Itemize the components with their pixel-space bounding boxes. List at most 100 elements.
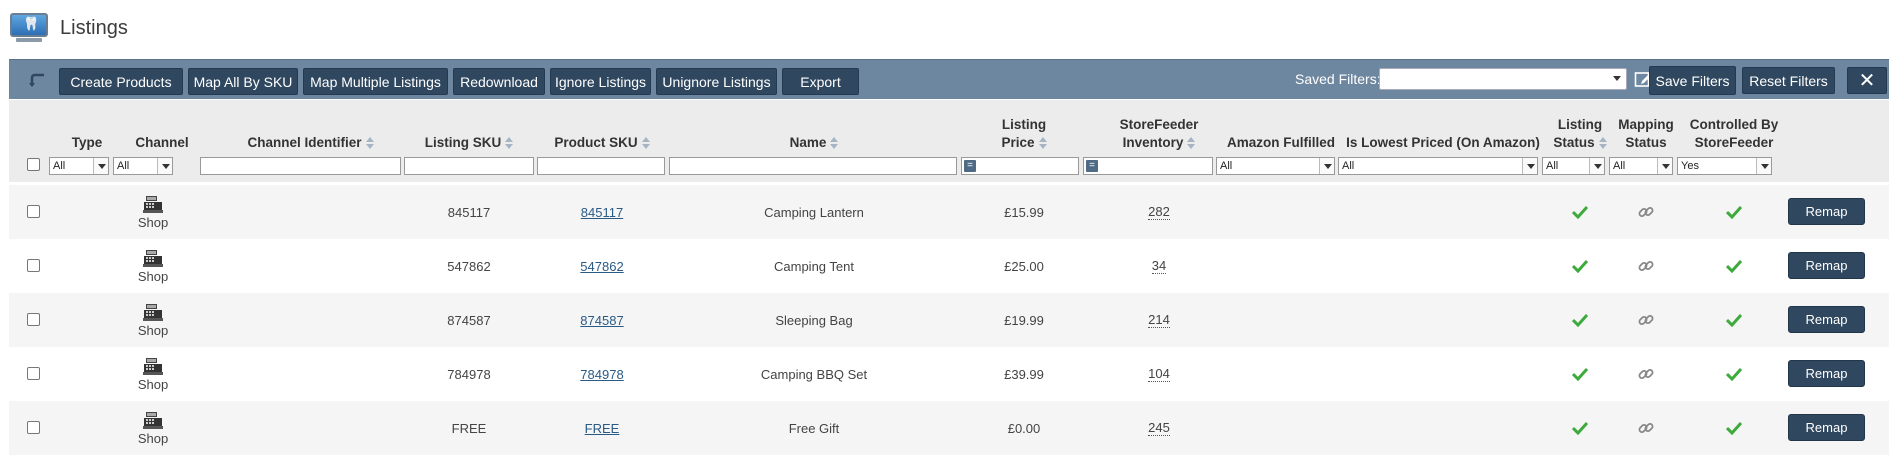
- product-sku-link[interactable]: 845117: [581, 205, 623, 220]
- amazon-fulfilled-filter-select[interactable]: All: [1216, 157, 1335, 175]
- chain-link-icon[interactable]: [1638, 420, 1654, 436]
- checkmark-icon: [1726, 367, 1742, 381]
- channel-cell: Shop: [113, 293, 193, 347]
- channel-cell: Shop: [113, 185, 193, 239]
- equals-operator-button[interactable]: =: [964, 160, 976, 172]
- product-sku-filter-input[interactable]: [537, 157, 665, 175]
- chain-link-icon[interactable]: [1638, 204, 1654, 220]
- channel-cell: Shop: [113, 347, 193, 401]
- chevron-down-icon: [1657, 158, 1672, 174]
- col-product-sku-header[interactable]: Product SKU: [537, 134, 667, 152]
- map-all-by-sku-button[interactable]: Map All By SKU: [188, 68, 298, 95]
- remap-button[interactable]: Remap: [1788, 252, 1865, 279]
- sort-icon: [829, 136, 839, 150]
- col-name-header[interactable]: Name: [669, 134, 959, 152]
- lowest-priced-filter-select[interactable]: All: [1338, 157, 1538, 175]
- sort-icon: [1186, 136, 1196, 150]
- cash-register-icon: [143, 304, 163, 321]
- product-sku-link[interactable]: 874587: [580, 313, 623, 328]
- listing-name: Camping Tent: [774, 258, 854, 274]
- back-arrow-icon[interactable]: [29, 72, 47, 90]
- inventory-value[interactable]: 245: [1148, 420, 1170, 436]
- type-filter-select[interactable]: All: [49, 157, 109, 175]
- checkmark-icon: [1572, 259, 1588, 273]
- row-checkbox[interactable]: [27, 259, 40, 272]
- equals-operator-button[interactable]: =: [1086, 160, 1098, 172]
- cash-register-icon: [143, 250, 163, 267]
- remap-button[interactable]: Remap: [1788, 198, 1865, 225]
- ignore-listings-button[interactable]: Ignore Listings: [550, 68, 651, 95]
- remap-button[interactable]: Remap: [1788, 306, 1865, 333]
- col-type-header[interactable]: Type: [62, 134, 112, 152]
- col-channel-identifier-header[interactable]: Channel Identifier: [208, 134, 413, 152]
- listing-price: £39.99: [1004, 366, 1044, 382]
- row-checkbox[interactable]: [27, 367, 40, 380]
- col-controlled-header[interactable]: Controlled By StoreFeeder: [1679, 116, 1789, 152]
- col-listing-status-header[interactable]: Listing Status: [1545, 116, 1615, 152]
- table-row: Shop 784978 784978 Camping BBQ Set £39.9…: [9, 347, 1889, 401]
- chevron-down-icon: [1319, 158, 1334, 174]
- saved-filters-select[interactable]: [1379, 68, 1627, 90]
- cash-register-icon: [143, 358, 163, 375]
- product-sku-link[interactable]: FREE: [585, 421, 620, 436]
- col-lowest-priced-header[interactable]: Is Lowest Priced (On Amazon): [1343, 134, 1543, 152]
- chevron-down-icon: [1756, 158, 1771, 174]
- product-sku-link[interactable]: 547862: [580, 259, 623, 274]
- price-filter-input[interactable]: =: [961, 157, 1079, 175]
- col-mapping-status-header[interactable]: Mapping Status: [1611, 116, 1681, 152]
- reset-filters-button[interactable]: Reset Filters: [1742, 67, 1835, 94]
- inventory-value[interactable]: 104: [1148, 366, 1170, 382]
- listing-status-filter-select[interactable]: All: [1542, 157, 1605, 175]
- listing-name: Sleeping Bag: [775, 312, 853, 328]
- inventory-value[interactable]: 282: [1148, 204, 1170, 220]
- checkmark-icon: [1726, 421, 1742, 435]
- channel-filter-select[interactable]: All: [113, 157, 173, 175]
- unignore-listings-button[interactable]: Unignore Listings: [656, 68, 777, 95]
- channel-identifier-filter-input[interactable]: [200, 157, 401, 175]
- mapping-status-filter-select[interactable]: All: [1609, 157, 1673, 175]
- sort-icon: [365, 136, 374, 150]
- listing-sku-filter-input[interactable]: [404, 157, 534, 175]
- export-button[interactable]: Export: [782, 68, 859, 95]
- page-title: Listings: [60, 16, 128, 39]
- chain-link-icon[interactable]: [1638, 312, 1654, 328]
- remap-button[interactable]: Remap: [1788, 360, 1865, 387]
- col-listing-price-header[interactable]: Listing Price: [969, 116, 1079, 152]
- sort-icon: [1598, 136, 1607, 150]
- channel-label: Shop: [137, 215, 169, 230]
- sort-icon: [504, 136, 514, 150]
- channel-cell: Shop: [113, 239, 193, 293]
- listing-price: £15.99: [1004, 204, 1044, 220]
- listing-name: Free Gift: [788, 420, 840, 436]
- controlled-filter-select[interactable]: Yes: [1677, 157, 1772, 175]
- cash-register-icon: [143, 412, 163, 429]
- chevron-down-icon: [157, 158, 172, 174]
- name-filter-input[interactable]: [669, 157, 957, 175]
- row-checkbox[interactable]: [27, 205, 40, 218]
- row-checkbox[interactable]: [27, 421, 40, 434]
- chevron-down-icon: [1522, 158, 1537, 174]
- remap-button[interactable]: Remap: [1788, 414, 1865, 441]
- inventory-value[interactable]: 34: [1151, 258, 1167, 274]
- chevron-down-icon: [1589, 158, 1604, 174]
- sort-icon: [1038, 136, 1047, 150]
- close-icon[interactable]: ✕: [1847, 67, 1887, 94]
- col-listing-sku-header[interactable]: Listing SKU: [404, 134, 534, 152]
- inventory-filter-input[interactable]: =: [1083, 157, 1213, 175]
- map-multiple-listings-button[interactable]: Map Multiple Listings: [303, 68, 448, 95]
- select-all-checkbox[interactable]: [27, 158, 40, 171]
- col-inventory-header[interactable]: StoreFeeder Inventory: [1094, 116, 1224, 152]
- redownload-button[interactable]: Redownload: [453, 68, 545, 95]
- row-checkbox[interactable]: [27, 313, 40, 326]
- col-amazon-fulfilled-header[interactable]: Amazon Fulfilled: [1216, 134, 1346, 152]
- product-sku-link[interactable]: 784978: [580, 367, 623, 382]
- inventory-value[interactable]: 214: [1148, 312, 1170, 328]
- listing-sku: FREE: [451, 420, 487, 436]
- col-channel-header[interactable]: Channel: [122, 134, 202, 152]
- listing-name: Camping BBQ Set: [760, 366, 868, 382]
- create-products-button[interactable]: Create Products: [59, 68, 183, 95]
- checkmark-icon: [1726, 205, 1742, 219]
- chain-link-icon[interactable]: [1638, 366, 1654, 382]
- chain-link-icon[interactable]: [1638, 258, 1654, 274]
- save-filters-button[interactable]: Save Filters: [1649, 66, 1736, 95]
